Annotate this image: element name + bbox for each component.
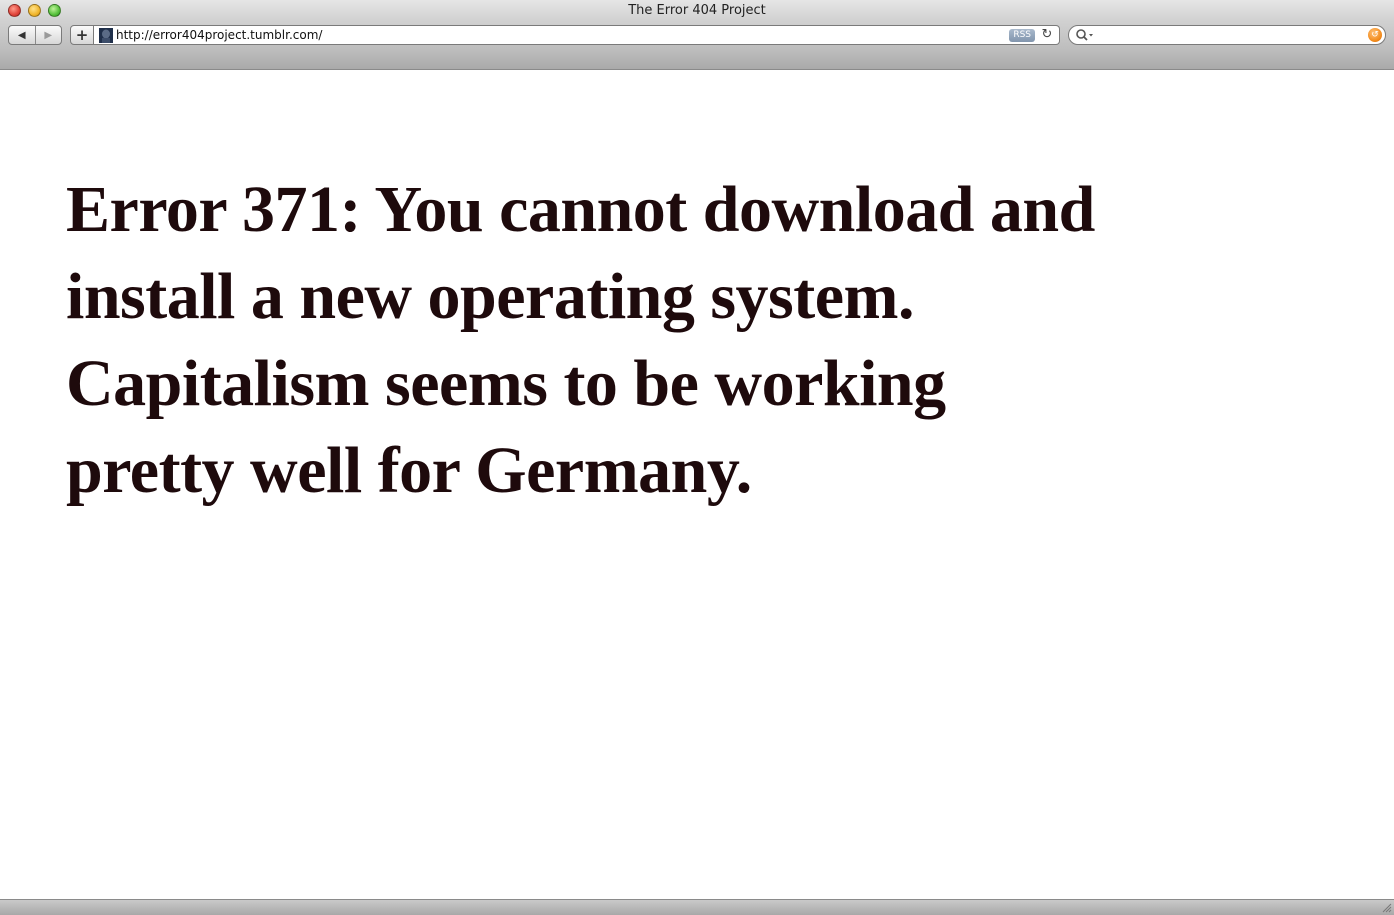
rss-button[interactable]: RSS — [1009, 29, 1035, 42]
back-button[interactable]: ◀ — [9, 26, 36, 44]
browser-window: The Error 404 Project ◀ ▶ + http://error… — [0, 0, 1394, 915]
error-message-line: install a new operating system. — [66, 260, 914, 333]
search-input[interactable] — [1097, 27, 1357, 43]
forward-arrow-icon: ▶ — [44, 29, 53, 41]
site-favicon-icon — [99, 28, 113, 43]
snapback-icon[interactable]: ↺ — [1368, 28, 1382, 42]
window-title: The Error 404 Project — [628, 3, 766, 18]
browser-chrome: The Error 404 Project ◀ ▶ + http://error… — [0, 0, 1394, 70]
error-message-line: Error 371: You cannot download and — [66, 173, 1095, 246]
address-bar[interactable]: http://error404project.tumblr.com/ RSS ↻ — [94, 25, 1060, 45]
back-arrow-icon: ◀ — [17, 29, 26, 41]
error-message: Error 371: You cannot download and instal… — [66, 166, 1266, 514]
resize-grip-icon[interactable] — [1381, 902, 1392, 913]
forward-button[interactable]: ▶ — [36, 26, 62, 44]
search-icon[interactable] — [1075, 28, 1095, 42]
add-bookmark-button[interactable]: + — [70, 25, 94, 45]
reload-icon[interactable]: ↻ — [1039, 27, 1055, 43]
page-content: Error 371: You cannot download and instal… — [0, 70, 1394, 899]
error-message-line: Capitalism seems to be working — [66, 347, 946, 420]
navigation-buttons: ◀ ▶ — [8, 25, 62, 45]
search-field[interactable]: ↺ — [1068, 25, 1386, 45]
url-text[interactable]: http://error404project.tumblr.com/ — [116, 28, 322, 42]
plus-icon: + — [75, 26, 89, 44]
status-bar — [0, 899, 1394, 915]
error-message-line: pretty well for Germany. — [66, 434, 752, 507]
